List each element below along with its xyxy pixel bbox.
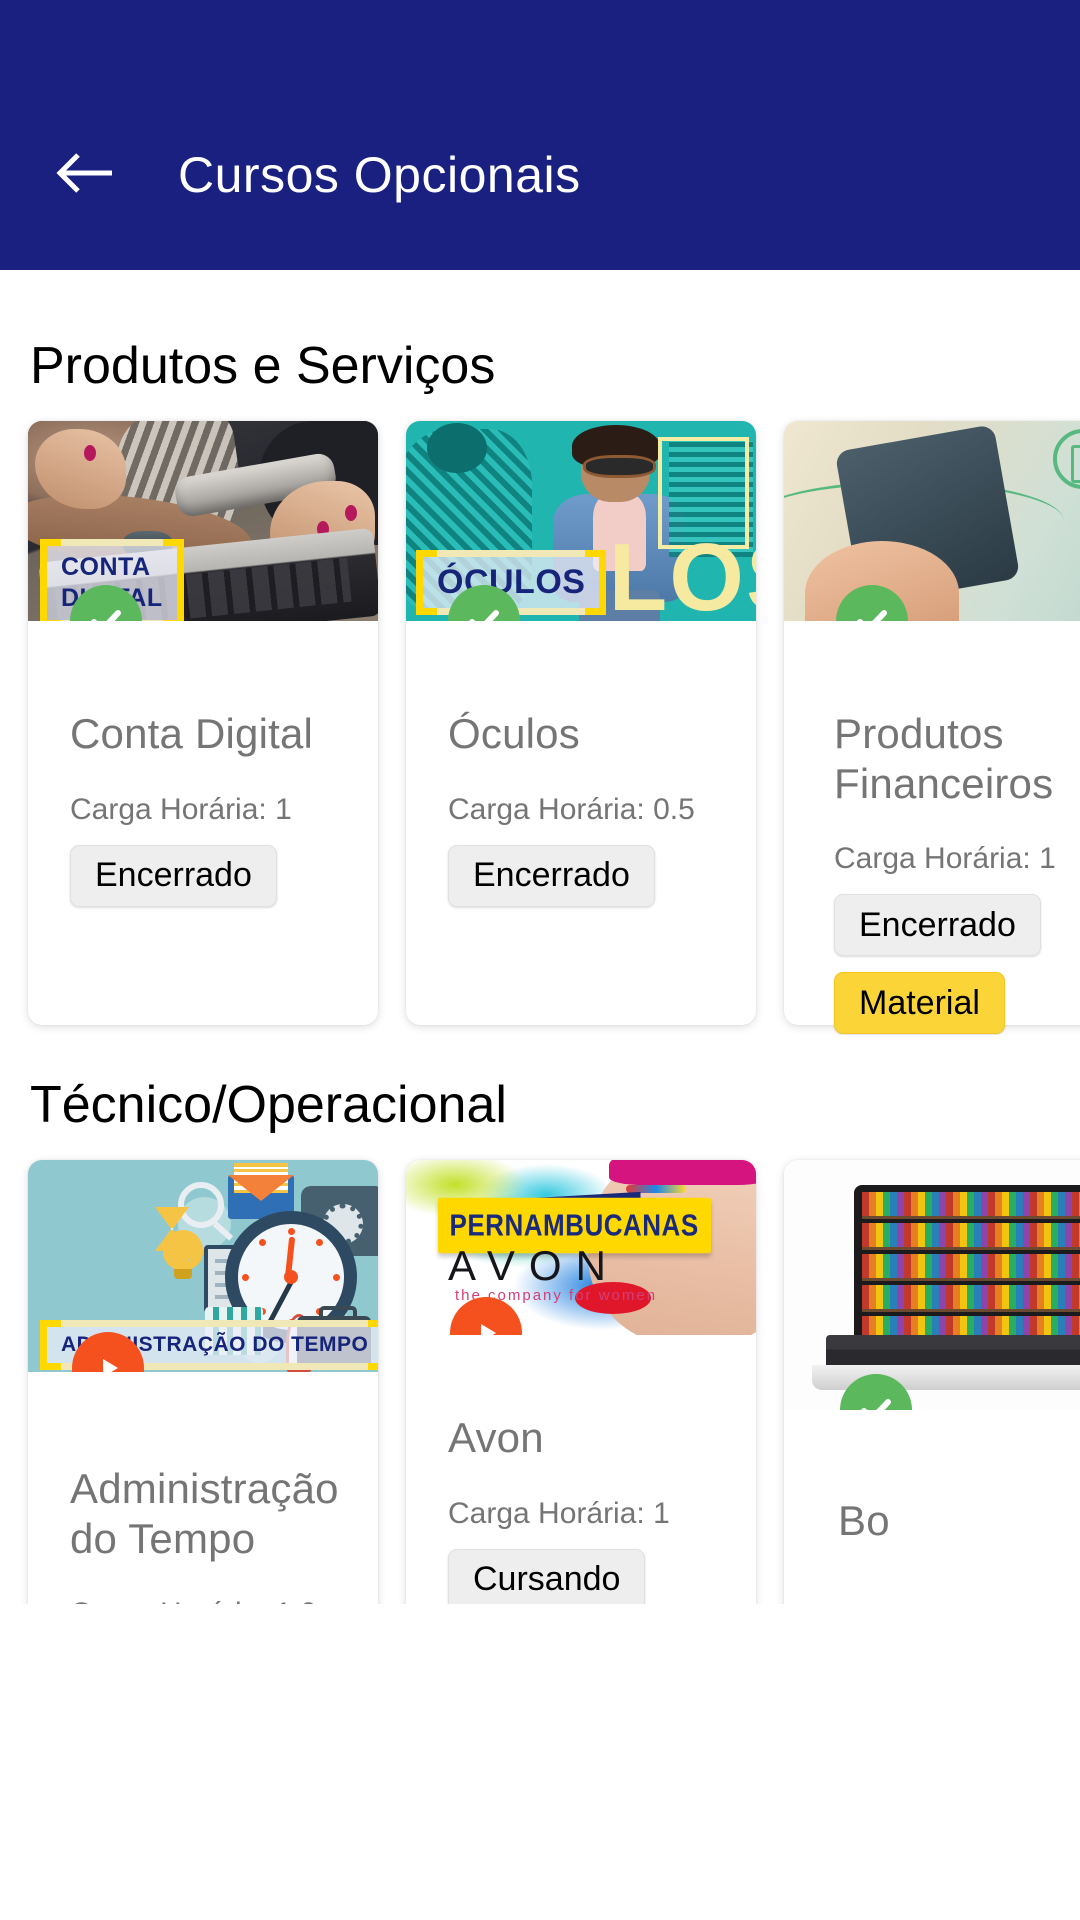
- course-actions: Encerrado: [448, 844, 730, 907]
- avon-logo: AVON: [448, 1241, 620, 1289]
- course-title: Avon: [448, 1414, 544, 1462]
- course-title-line-1: Administração: [70, 1465, 339, 1513]
- section-title-produtos-e-servicos: Produtos e Serviços: [30, 337, 496, 395]
- course-title-line-2: do Tempo: [70, 1514, 256, 1562]
- course-card-image-conta-digital: CONTA DIGITAL: [28, 421, 378, 622]
- course-card-administracao-do-tempo[interactable]: ADMINISTRAÇÃO DO TEMPO Administração do …: [28, 1160, 378, 1605]
- course-card-image-avon: PERNAMBUCANAS AVON the company for women: [406, 1160, 756, 1336]
- course-actions: Encerrado Material: [834, 894, 1080, 1035]
- app-bar: Cursos Opcionais: [0, 0, 1080, 270]
- course-card-avon[interactable]: PERNAMBUCANAS AVON the company for women…: [406, 1160, 756, 1605]
- check-icon: [850, 599, 894, 622]
- play-icon: [88, 1348, 128, 1373]
- course-card-image-bo: [784, 1160, 1080, 1411]
- course-card-image-produtos-financeiros: [784, 421, 1080, 622]
- course-title: Óculos: [448, 710, 580, 758]
- books-laptop-photo: [784, 1160, 1080, 1411]
- course-card-oculos[interactable]: LOS ÓCULOS Óculos Carga Horári: [406, 421, 756, 1026]
- course-hours: Carga Horária: 1.0: [70, 1597, 352, 1604]
- page-title: Cursos Opcionais: [178, 147, 581, 203]
- course-title: Conta Digital: [70, 710, 314, 758]
- course-title: Administração do Tempo: [70, 1464, 352, 1563]
- material-button[interactable]: Material: [834, 972, 1005, 1035]
- course-hours: Carga Horária: 1: [448, 1496, 670, 1530]
- course-actions: Encerrado: [70, 844, 352, 907]
- course-hours: Carga Horária: 0.5: [448, 792, 695, 826]
- course-card-body-bo: Bo: [784, 1410, 1080, 1546]
- overlay-line-1: CONTA: [61, 552, 151, 581]
- course-title: Bo: [838, 1497, 890, 1545]
- course-card-body-oculos: Óculos Carga Horária: 0.5 Encerrado: [406, 621, 756, 907]
- course-title: Produtos Financeiros: [834, 709, 1080, 808]
- course-card-body-produtos-financeiros: Produtos Financeiros Carga Horária: 1 En…: [784, 621, 1080, 1035]
- page-content: Produtos e Serviços CONTA Conta Digital …: [0, 270, 1080, 1920]
- course-title-line-1: Produtos: [834, 710, 1004, 758]
- check-icon: [854, 1388, 898, 1411]
- course-title-line-2: Financeiros: [834, 759, 1054, 807]
- course-hours: Carga Horária: 1: [834, 842, 1056, 876]
- course-card-body-conta-digital: Conta Digital Carga Horária: 1 Encerrado: [28, 621, 378, 907]
- course-card-bo[interactable]: Bo: [784, 1160, 1080, 1605]
- check-icon: [84, 599, 128, 622]
- oculos-big-word: LOS: [608, 524, 756, 622]
- section-title-tecnico-operacional: Técnico/Operacional: [30, 1076, 507, 1135]
- status-button-encerrado[interactable]: Encerrado: [834, 894, 1041, 957]
- course-card-produtos-financeiros[interactable]: Produtos Financeiros Carga Horária: 1 En…: [784, 421, 1080, 1035]
- play-icon: [466, 1313, 506, 1336]
- card-rail-tecnico-operacional[interactable]: ADMINISTRAÇÃO DO TEMPO Administração do …: [0, 1134, 1080, 1605]
- arrow-left-icon: [54, 149, 116, 202]
- course-hours: Carga Horária: 1: [70, 792, 292, 826]
- course-card-image-oculos: LOS ÓCULOS: [406, 421, 756, 622]
- status-button-cursando[interactable]: Cursando: [448, 1548, 646, 1605]
- course-card-body-avon: Avon Carga Horária: 1 Cursando: [406, 1335, 756, 1605]
- course-card-conta-digital[interactable]: CONTA DIGITAL Conta Digital Carga Horári…: [28, 421, 378, 1026]
- card-rail-produtos-e-servicos[interactable]: CONTA DIGITAL Conta Digital Carga Horári…: [0, 395, 1080, 1035]
- check-icon: [462, 599, 506, 622]
- course-card-image-administracao-do-tempo: ADMINISTRAÇÃO DO TEMPO: [28, 1160, 378, 1373]
- course-actions: Cursando: [448, 1548, 730, 1605]
- status-button-encerrado[interactable]: Encerrado: [70, 844, 277, 907]
- status-button-encerrado[interactable]: Encerrado: [448, 844, 655, 907]
- course-card-body-administracao-do-tempo: Administração do Tempo Carga Horária: 1.…: [28, 1372, 378, 1604]
- back-button[interactable]: [48, 138, 122, 212]
- app-bar-inner: Cursos Opcionais: [0, 138, 1080, 270]
- produtos-financeiros-photo: [784, 421, 1080, 622]
